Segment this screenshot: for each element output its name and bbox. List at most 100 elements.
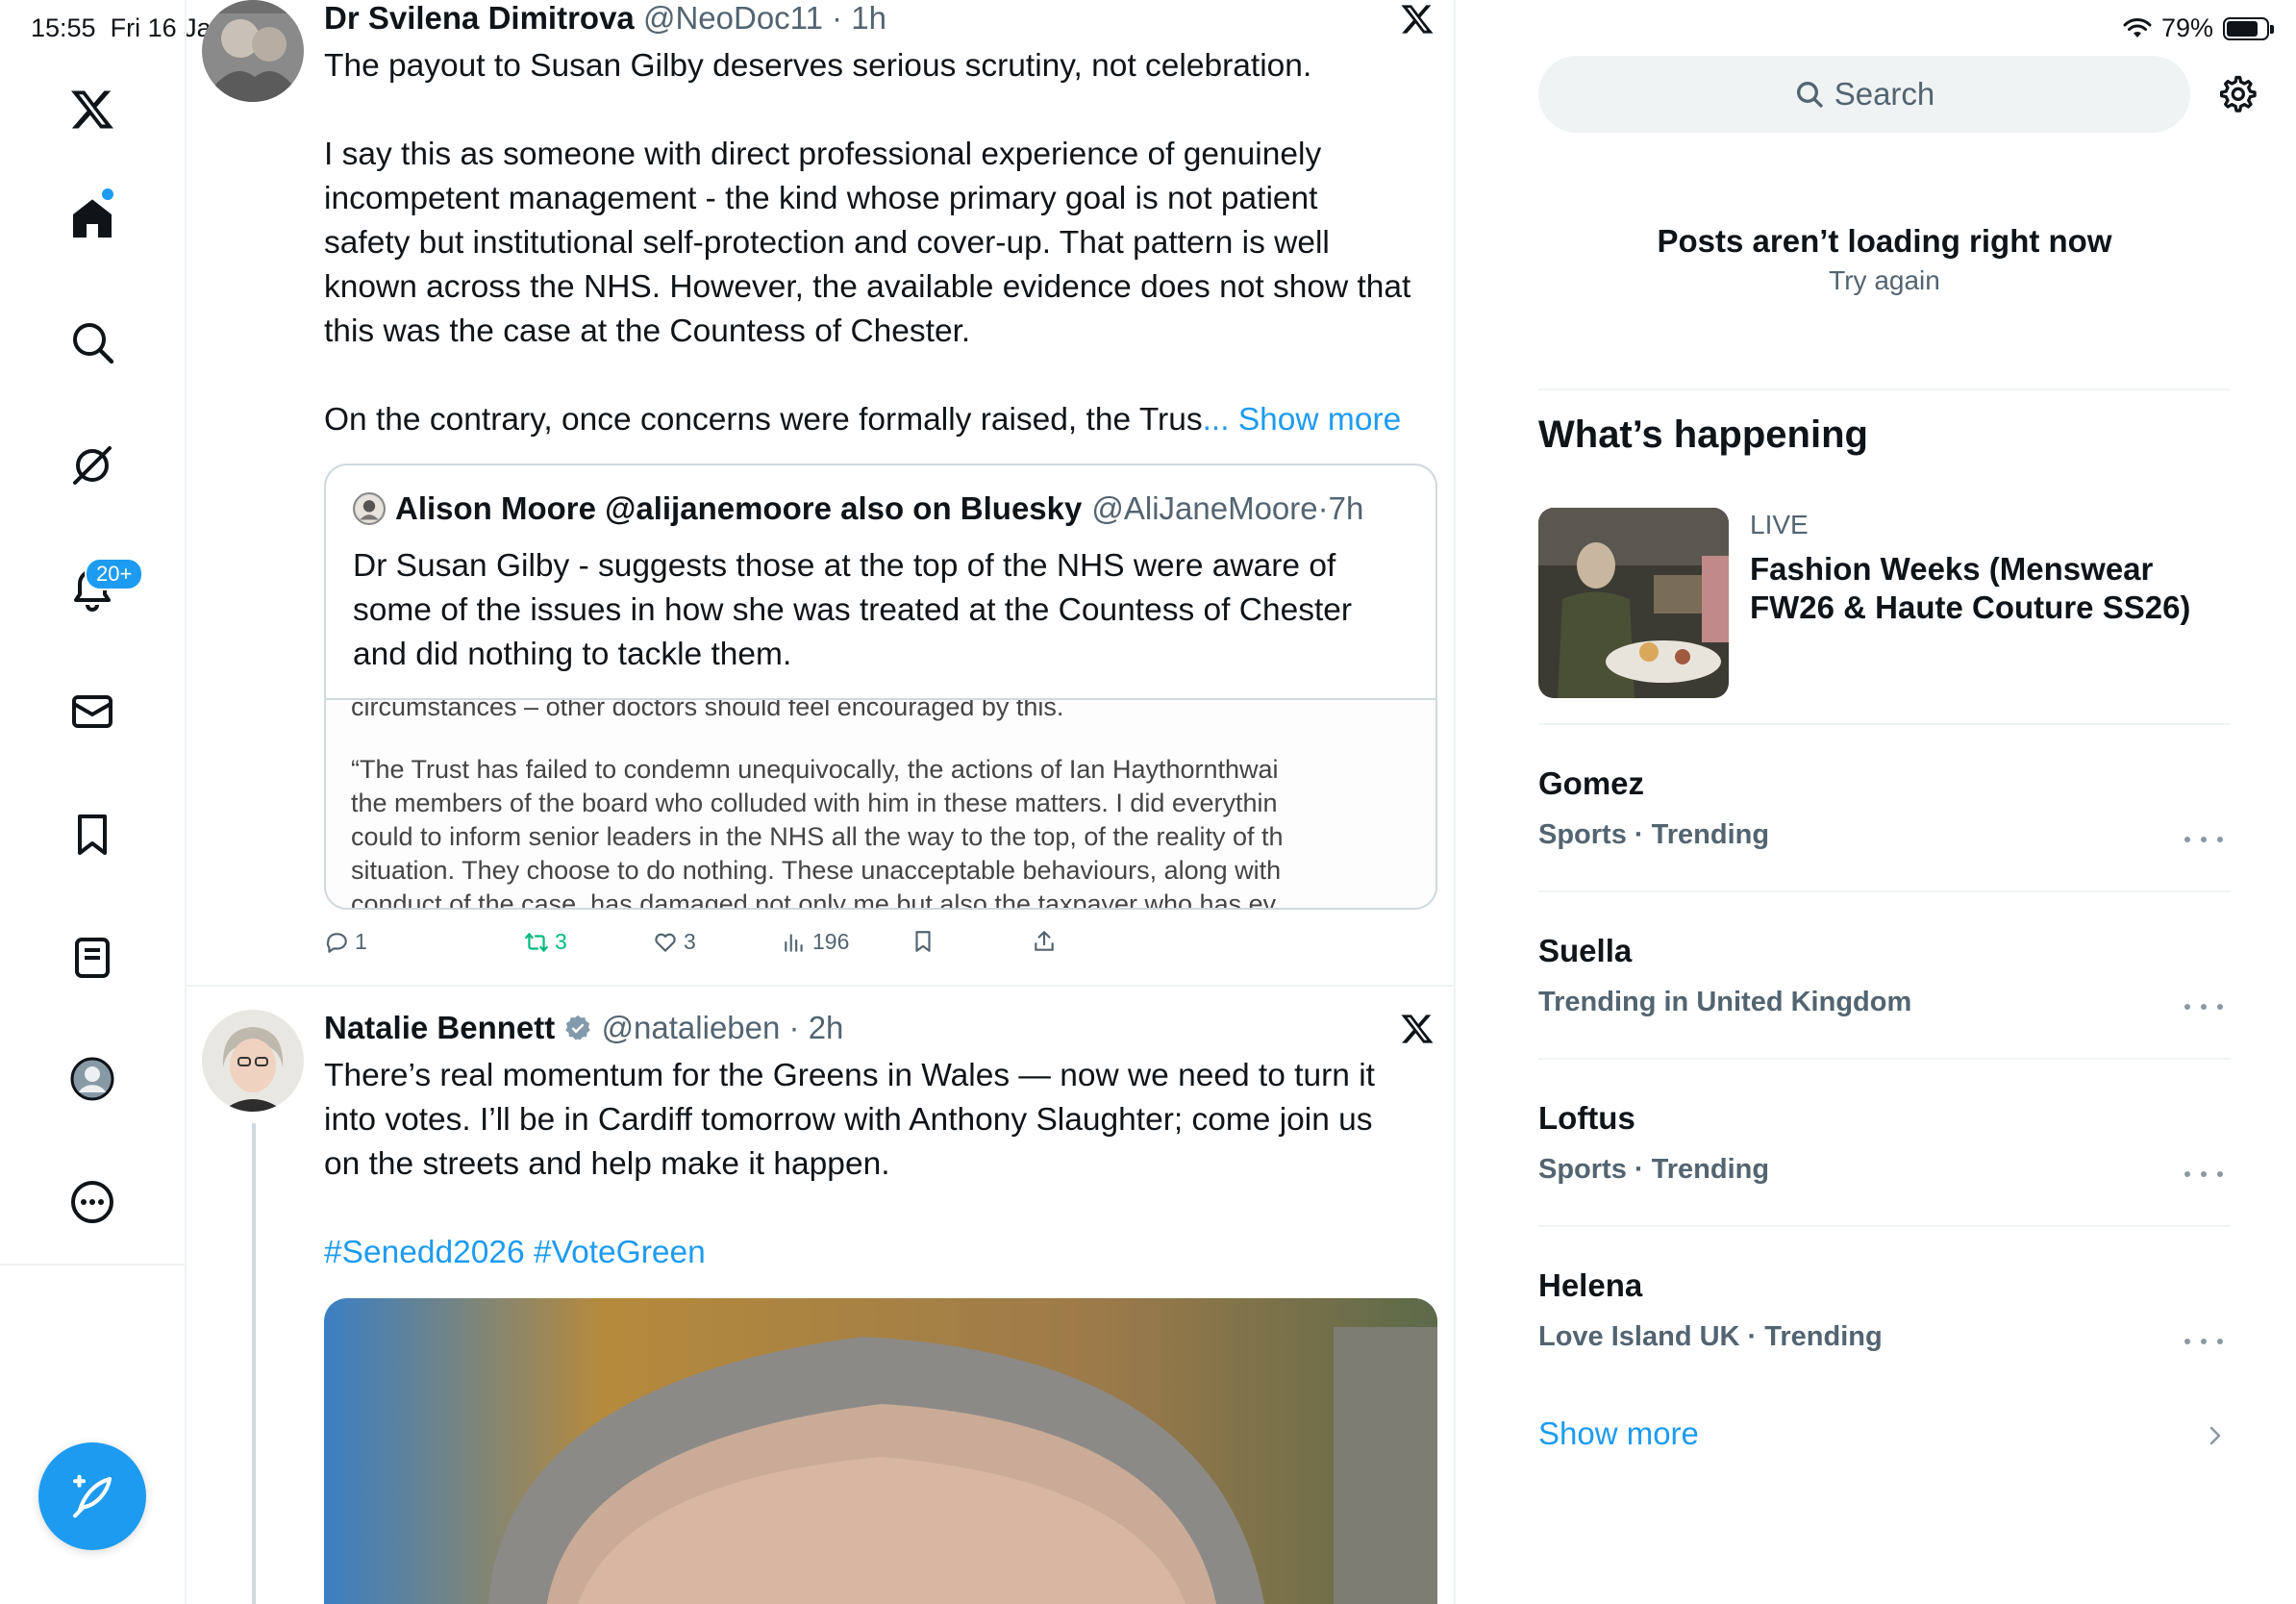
quote-line: and did nothing to tackle them. bbox=[353, 637, 792, 672]
tweet-header: Natalie Bennett @natalieben · 2h bbox=[324, 1010, 844, 1045]
repost-count: 3 bbox=[555, 929, 567, 954]
tweet-time[interactable]: 1h bbox=[851, 0, 886, 36]
quote-line: some of the issues in how she was treate… bbox=[353, 592, 1353, 628]
lists-icon[interactable] bbox=[56, 921, 129, 994]
tweet-time[interactable]: 2h bbox=[809, 1010, 844, 1045]
share-button[interactable] bbox=[1032, 929, 1057, 954]
nav-divider bbox=[0, 1264, 187, 1266]
live-event-thumbnail[interactable] bbox=[1538, 508, 1729, 698]
reply-count: 1 bbox=[355, 929, 367, 954]
quote-avatar[interactable] bbox=[353, 492, 386, 525]
right-sidebar: Search Posts aren’t loading right now Tr… bbox=[1456, 0, 2296, 1604]
quote-text: Dr Susan Gilby - suggests those at the t… bbox=[353, 544, 1420, 677]
show-more-trends-link[interactable]: Show more bbox=[1538, 1416, 1699, 1452]
search-icon bbox=[1796, 82, 1823, 108]
profile-avatar-icon[interactable] bbox=[56, 1042, 129, 1115]
timeline-feed: Dr Svilena Dimitrova @NeoDoc11 · 1h The … bbox=[187, 0, 1456, 1604]
quote-header: Alison Moore @alijanemoore also on Blues… bbox=[353, 490, 1363, 527]
views-count: 196 bbox=[812, 929, 850, 954]
trend-more-icon[interactable] bbox=[2184, 1160, 2223, 1189]
tweet-line: incompetent management - the kind whose … bbox=[324, 181, 1318, 216]
live-label: LIVE bbox=[1750, 510, 1809, 539]
home-unread-dot bbox=[102, 188, 113, 200]
compose-feather-icon bbox=[72, 1474, 112, 1518]
author-name[interactable]: Dr Svilena Dimitrova bbox=[324, 0, 635, 36]
heart-icon bbox=[655, 933, 676, 952]
trend-name[interactable]: Gomez bbox=[1538, 765, 1644, 802]
trend-meta: Sports · Trending bbox=[1538, 819, 1770, 850]
avatar[interactable] bbox=[202, 0, 304, 102]
search-icon[interactable] bbox=[56, 306, 129, 379]
document-blank bbox=[351, 724, 1435, 753]
x-logo-icon bbox=[1401, 5, 1434, 34]
quote-author-handle[interactable]: @AliJaneMoore bbox=[1091, 490, 1317, 527]
tweet-line: There’s real momentum for the Greens in … bbox=[324, 1058, 1375, 1093]
tweet-text: The payout to Susan Gilby deserves serio… bbox=[324, 44, 1449, 442]
quoted-tweet[interactable]: Alison Moore @alijanemoore also on Blues… bbox=[324, 464, 1437, 910]
search-input[interactable]: Search bbox=[1538, 56, 2190, 133]
tweet-line: safety but institutional self-protection… bbox=[324, 225, 1330, 261]
share-icon bbox=[1035, 931, 1054, 951]
trend-more-icon[interactable] bbox=[2184, 992, 2223, 1021]
tweet-paragraph: The payout to Susan Gilby deserves serio… bbox=[324, 48, 1312, 84]
left-navigation: 20+ bbox=[0, 0, 187, 1604]
trend-more-icon[interactable] bbox=[2184, 1327, 2223, 1356]
x-logo-icon[interactable] bbox=[56, 73, 129, 146]
like-count: 3 bbox=[684, 929, 696, 954]
posts-error-title: Posts aren’t loading right now bbox=[1657, 223, 2112, 259]
repost-button[interactable]: 3 bbox=[524, 929, 567, 955]
author-handle[interactable]: @NeoDoc11 bbox=[643, 0, 823, 36]
whats-happening-heading: What’s happening bbox=[1538, 414, 1868, 456]
tweet-header: Dr Svilena Dimitrova @NeoDoc11 · 1h bbox=[324, 0, 886, 36]
author-name[interactable]: Natalie Bennett bbox=[324, 1010, 555, 1045]
tweet[interactable]: Dr Svilena Dimitrova @NeoDoc11 · 1h The … bbox=[187, 0, 1454, 985]
bookmark-button[interactable] bbox=[911, 929, 936, 954]
settings-gear-icon[interactable] bbox=[2215, 73, 2258, 115]
like-button[interactable]: 3 bbox=[653, 929, 696, 955]
live-event-title[interactable]: Fashion Weeks (Menswear FW26 & Haute Cou… bbox=[1750, 550, 2231, 627]
reply-icon bbox=[326, 932, 347, 953]
home-icon[interactable] bbox=[56, 183, 129, 256]
document-line: conduct of the case, has damaged not onl… bbox=[351, 890, 1277, 910]
avatar[interactable] bbox=[202, 1010, 304, 1112]
trend-name[interactable]: Helena bbox=[1538, 1267, 1642, 1304]
more-options-icon[interactable] bbox=[56, 1165, 129, 1239]
tweet-actions: 1 3 3 196 bbox=[324, 929, 1285, 967]
reply-button[interactable]: 1 bbox=[324, 929, 367, 955]
show-more-link[interactable]: ... Show more bbox=[1203, 402, 1402, 438]
tweet-media-photo[interactable] bbox=[324, 1298, 1437, 1604]
x-logo-icon bbox=[1401, 1015, 1434, 1043]
author-handle[interactable]: @natalieben bbox=[602, 1010, 781, 1045]
tweet-line: into votes. I’ll be in Cardiff tomorrow … bbox=[324, 1102, 1373, 1138]
document-line: situation. They choose to do nothing. Th… bbox=[351, 856, 1282, 885]
sidebar-divider bbox=[1538, 1058, 2231, 1060]
quote-author-name[interactable]: Alison Moore @alijanemoore also on Blues… bbox=[395, 490, 1082, 527]
trend-meta: Sports · Trending bbox=[1538, 1154, 1770, 1185]
quote-time: 7h bbox=[1328, 490, 1364, 526]
trend-name[interactable]: Suella bbox=[1538, 933, 1632, 969]
quote-media-image[interactable]: circumstances – other doctors should fee… bbox=[326, 698, 1435, 910]
compose-post-button[interactable] bbox=[38, 1442, 146, 1550]
verified-badge-icon bbox=[565, 1015, 591, 1040]
grok-icon[interactable] bbox=[56, 429, 129, 502]
views-chart-icon bbox=[785, 933, 803, 952]
try-again-link[interactable]: Try again bbox=[1538, 265, 2231, 296]
trend-name[interactable]: Loftus bbox=[1538, 1100, 1635, 1137]
trend-more-icon[interactable] bbox=[2184, 825, 2223, 854]
search-placeholder: Search bbox=[1834, 76, 1935, 112]
messages-envelope-icon[interactable] bbox=[56, 675, 129, 748]
bookmark-icon[interactable] bbox=[56, 798, 129, 871]
hashtags-link[interactable]: #Senedd2026 #VoteGreen bbox=[324, 1231, 1449, 1275]
views-button[interactable]: 196 bbox=[782, 929, 849, 955]
sidebar-divider bbox=[1538, 890, 2231, 892]
repost-icon bbox=[525, 932, 548, 952]
document-line: the members of the board who colluded wi… bbox=[351, 789, 1278, 817]
document-line: “The Trust has failed to condemn unequiv… bbox=[351, 755, 1279, 784]
thread-line bbox=[252, 1123, 256, 1604]
tweet-line: on the streets and help make it happen. bbox=[324, 1146, 890, 1182]
document-line: could to inform senior leaders in the NH… bbox=[351, 822, 1284, 851]
sidebar-divider bbox=[1538, 723, 2231, 725]
tweet-paragraph: I say this as someone with direct profes… bbox=[324, 133, 1449, 354]
bookmark-icon bbox=[915, 931, 931, 952]
tweet-line: known across the NHS. However, the avail… bbox=[324, 269, 1411, 305]
